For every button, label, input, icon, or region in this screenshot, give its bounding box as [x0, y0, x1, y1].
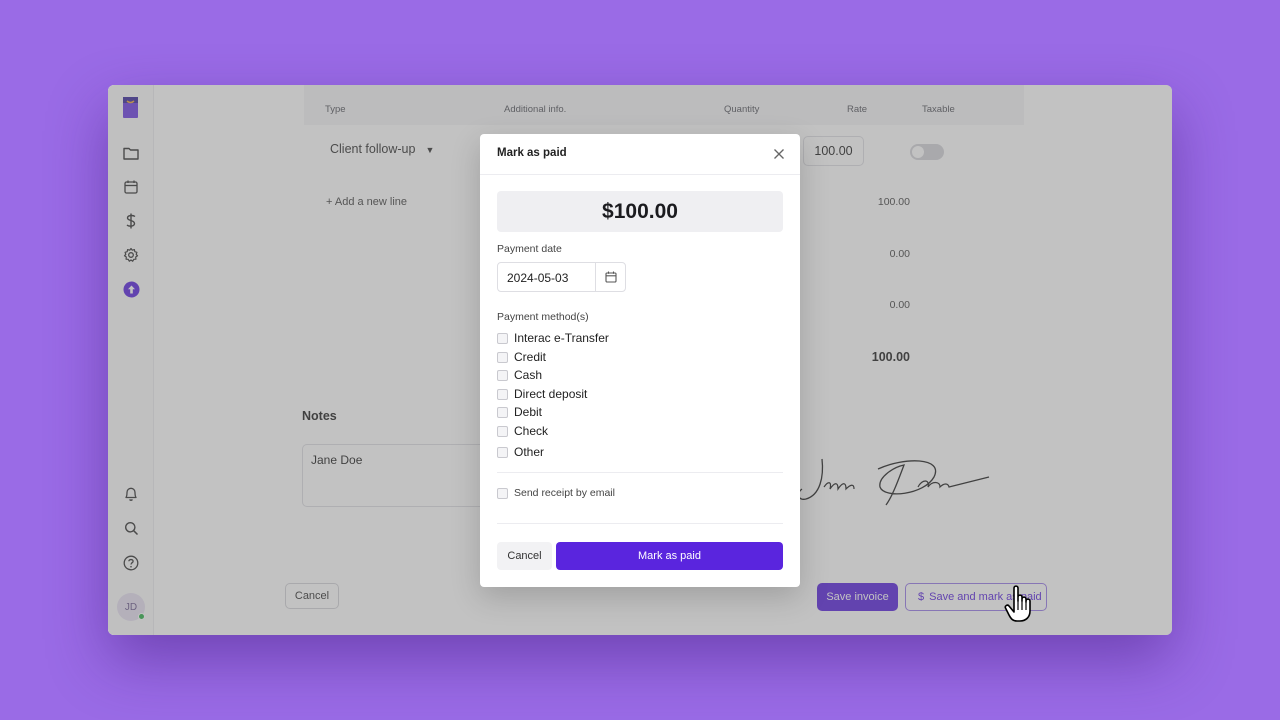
- calendar-icon: [604, 271, 617, 283]
- dialog-title: Mark as paid: [497, 147, 567, 159]
- send-receipt-label: Send receipt by email: [514, 487, 615, 499]
- dialog-cancel-button[interactable]: Cancel: [497, 542, 552, 570]
- checkbox[interactable]: [497, 332, 508, 344]
- method-credit-option[interactable]: Credit: [497, 350, 546, 364]
- date-picker-button[interactable]: [595, 263, 625, 291]
- amount-display: $100.00: [497, 191, 783, 232]
- checkbox[interactable]: [497, 446, 508, 458]
- checkbox[interactable]: [497, 406, 508, 418]
- mark-as-paid-dialog: Mark as paid $100.00 Payment date 2024-0…: [480, 134, 800, 587]
- method-interac-option[interactable]: Interac e-Transfer: [497, 331, 609, 345]
- method-other-option[interactable]: Other: [497, 445, 544, 459]
- method-label: Direct deposit: [514, 387, 588, 401]
- divider: [497, 523, 783, 524]
- method-label: Debit: [514, 405, 543, 419]
- dialog-header: Mark as paid: [480, 134, 800, 175]
- checkbox[interactable]: [497, 369, 508, 381]
- payment-date-field[interactable]: 2024-05-03: [497, 262, 626, 292]
- payment-methods-label: Payment method(s): [497, 311, 589, 323]
- checkbox[interactable]: [497, 388, 508, 400]
- method-label: Credit: [514, 350, 547, 364]
- checkbox[interactable]: [497, 425, 508, 437]
- close-icon[interactable]: [772, 147, 786, 161]
- method-debit-option[interactable]: Debit: [497, 405, 542, 419]
- divider: [497, 472, 783, 473]
- checkbox[interactable]: [497, 487, 508, 499]
- send-receipt-option[interactable]: Send receipt by email: [497, 487, 615, 499]
- checkbox[interactable]: [497, 351, 508, 363]
- method-cash-option[interactable]: Cash: [497, 368, 542, 382]
- method-check-option[interactable]: Check: [497, 424, 548, 438]
- hand-cursor-icon: [1004, 585, 1031, 622]
- method-label: Interac e-Transfer: [514, 331, 609, 345]
- payment-date-value: 2024-05-03: [507, 271, 569, 285]
- method-direct-deposit-option[interactable]: Direct deposit: [497, 387, 587, 401]
- confirm-mark-as-paid-button[interactable]: Mark as paid: [556, 542, 783, 570]
- payment-date-label: Payment date: [497, 243, 562, 255]
- method-label: Check: [514, 424, 549, 438]
- method-label: Cash: [514, 368, 543, 382]
- method-label: Other: [514, 445, 545, 459]
